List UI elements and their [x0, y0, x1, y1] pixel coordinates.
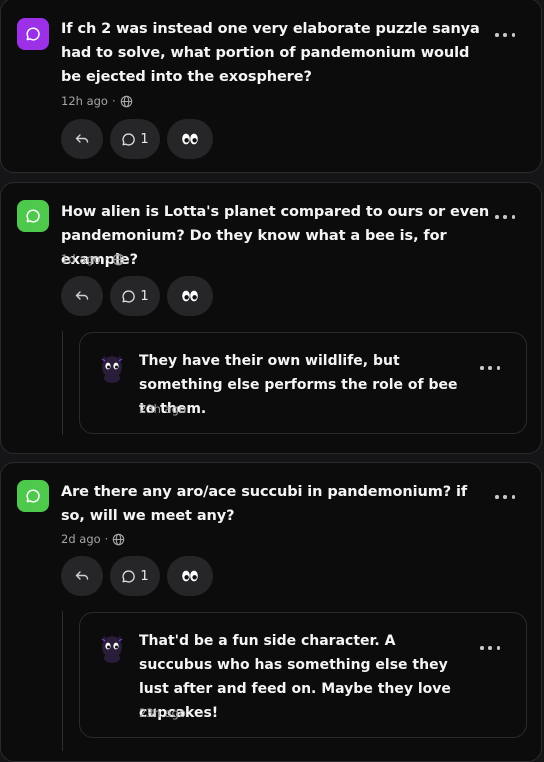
reply-button[interactable]: [61, 276, 103, 316]
more-options-button[interactable]: [480, 641, 500, 655]
question-card: If ch 2 was instead one very elaborate p…: [0, 0, 542, 173]
eyes-icon: [182, 290, 198, 302]
eyes-icon: [182, 570, 198, 582]
eyes-reaction-button[interactable]: [167, 119, 213, 159]
comment-icon: [122, 289, 136, 303]
thread-line: [62, 331, 63, 435]
more-options-button[interactable]: [495, 490, 515, 504]
answer-text: They have their own wildlife, but someth…: [139, 353, 458, 417]
eyes-reaction-button[interactable]: [167, 556, 213, 596]
author-avatar: [101, 635, 123, 663]
question-meta: 12h ago ·: [61, 94, 133, 108]
reply-arrow-icon: [75, 291, 89, 300]
author-avatar: [101, 355, 123, 383]
answer-timestamp: 23h ago: [139, 706, 186, 720]
more-options-button[interactable]: [480, 361, 500, 375]
question-text: Are there any aro/ace succubi in pandemo…: [61, 484, 468, 524]
chat-bubble-icon: [26, 27, 40, 41]
question-actions: 1: [61, 276, 213, 316]
question-icon: [17, 18, 49, 50]
thread-line: [62, 611, 63, 751]
question-actions: 1: [61, 119, 213, 159]
question-meta: 1d ago ·: [61, 252, 125, 266]
more-options-button[interactable]: [495, 28, 515, 42]
more-options-button[interactable]: [495, 210, 515, 224]
separator-dot: ·: [104, 252, 109, 266]
separator-dot: ·: [111, 94, 116, 108]
question-text: How alien is Lotta's planet compared to …: [61, 204, 490, 268]
comments-button[interactable]: 1: [110, 276, 160, 316]
answer-text: That'd be a fun side character. A succub…: [139, 633, 451, 721]
question-text: If ch 2 was instead one very elaborate p…: [61, 21, 480, 85]
globe-icon: [113, 533, 125, 545]
globe-icon: [113, 253, 125, 265]
timestamp: 1d ago: [61, 252, 101, 266]
comments-button[interactable]: 1: [110, 119, 160, 159]
question-icon: [17, 480, 49, 512]
question-card: Are there any aro/ace succubi in pandemo…: [0, 462, 542, 762]
eyes-icon: [182, 133, 198, 145]
comments-button[interactable]: 1: [110, 556, 160, 596]
comment-count: 1: [140, 131, 149, 147]
reply-arrow-icon: [75, 134, 89, 143]
reply-button[interactable]: [61, 119, 103, 159]
comment-count: 1: [140, 568, 149, 584]
answer-card: That'd be a fun side character. A succub…: [79, 612, 527, 738]
reply-button[interactable]: [61, 556, 103, 596]
reply-arrow-icon: [75, 571, 89, 580]
separator-dot: ·: [104, 532, 109, 546]
question-actions: 1: [61, 556, 213, 596]
timestamp: 2d ago: [61, 532, 101, 546]
globe-icon: [120, 95, 132, 107]
timestamp: 12h ago: [61, 94, 108, 108]
comment-count: 1: [140, 288, 149, 304]
answer-timestamp: 23h ago: [139, 402, 186, 416]
question-meta: 2d ago ·: [61, 532, 125, 546]
eyes-reaction-button[interactable]: [167, 276, 213, 316]
chat-bubble-icon: [26, 209, 40, 223]
comment-icon: [122, 132, 136, 146]
answer-card: They have their own wildlife, but someth…: [79, 332, 527, 434]
question-icon: [17, 200, 49, 232]
question-card: How alien is Lotta's planet compared to …: [0, 182, 542, 454]
comment-icon: [122, 569, 136, 583]
chat-bubble-icon: [26, 489, 40, 503]
